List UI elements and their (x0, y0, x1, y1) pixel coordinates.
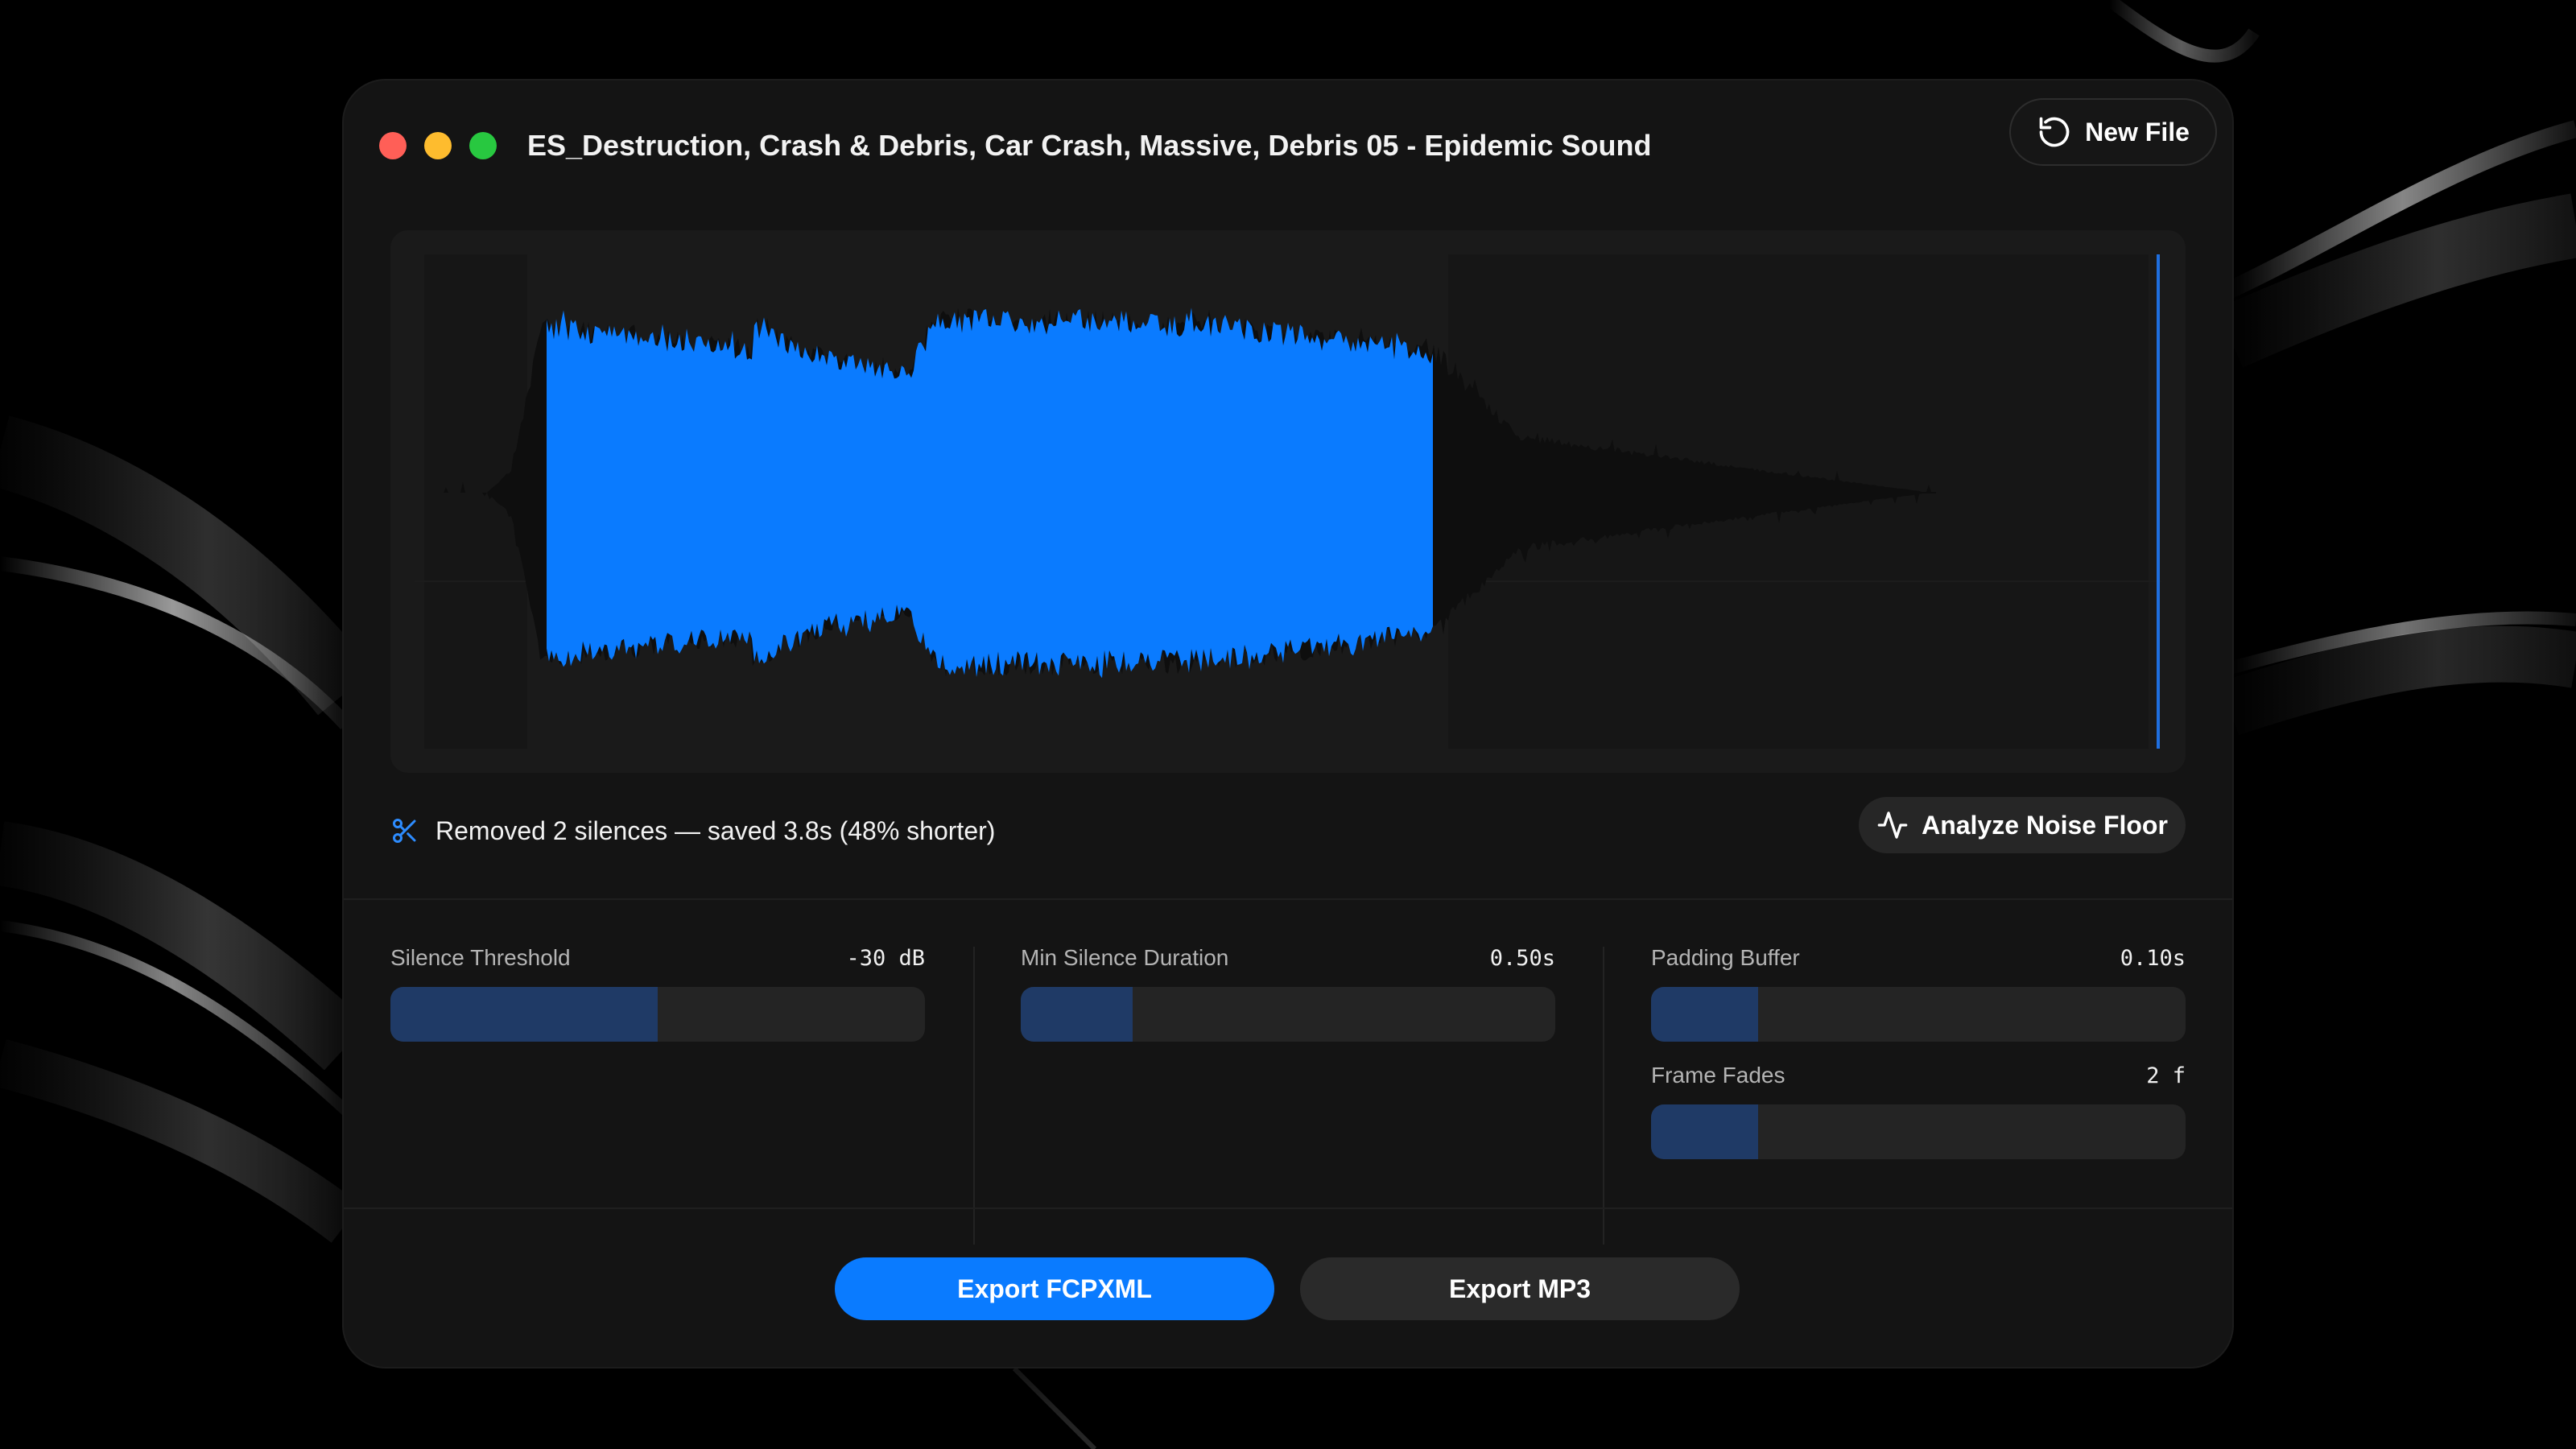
min-silence-duration-label: Min Silence Duration (1021, 945, 1229, 970)
waveform-panel[interactable] (390, 230, 2186, 773)
scissors-icon (393, 819, 416, 843)
analyze-label: Analyze Noise Floor (1922, 810, 2168, 840)
min-silence-duration-fill (1021, 987, 1133, 1042)
divider (344, 898, 2232, 900)
waveform-kept-region (547, 308, 1433, 679)
new-file-label: New File (2085, 117, 2190, 147)
frame-fades-value: 2 f (2146, 1063, 2186, 1088)
new-file-button[interactable]: New File (2009, 98, 2217, 166)
silence-threshold-control: Silence Threshold -30 dB (390, 942, 925, 1042)
silence-threshold-slider[interactable] (390, 987, 925, 1042)
activity-icon (1877, 811, 1908, 839)
padding-buffer-slider[interactable] (1651, 987, 2186, 1042)
window-title: ES_Destruction, Crash & Debris, Car Cras… (527, 129, 1652, 162)
padding-buffer-control: Padding Buffer 0.10s (1651, 942, 2186, 1042)
export-fcpxml-button[interactable]: Export FCPXML (835, 1257, 1274, 1320)
status-text: Removed 2 silences — saved 3.8s (48% sho… (436, 815, 996, 845)
silence-threshold-value: -30 dB (846, 945, 925, 971)
frame-fades-control: Frame Fades 2 f (1651, 1059, 2186, 1159)
analyze-noise-floor-button[interactable]: Analyze Noise Floor (1859, 797, 2186, 853)
silence-threshold-fill (390, 987, 658, 1042)
zoom-window-button[interactable] (469, 132, 497, 159)
min-silence-duration-control: Min Silence Duration 0.50s (1021, 942, 1555, 1042)
min-silence-duration-value: 0.50s (1489, 945, 1555, 971)
close-window-button[interactable] (379, 132, 407, 159)
padding-buffer-fill (1651, 987, 1758, 1042)
status-message: Removed 2 silences — saved 3.8s (48% sho… (390, 808, 995, 853)
min-silence-duration-slider[interactable] (1021, 987, 1555, 1042)
rotate-ccw-icon (2039, 117, 2070, 147)
divider (973, 947, 975, 1245)
frame-fades-label: Frame Fades (1651, 1063, 1785, 1088)
frame-fades-slider[interactable] (1651, 1104, 2186, 1159)
export-mp3-button[interactable]: Export MP3 (1300, 1257, 1740, 1320)
padding-buffer-value: 0.10s (2120, 945, 2186, 971)
divider (1603, 947, 1604, 1245)
app-window: ES_Destruction, Crash & Debris, Car Cras… (344, 80, 2232, 1367)
minimize-window-button[interactable] (424, 132, 452, 159)
frame-fades-fill (1651, 1104, 1758, 1159)
divider (344, 1208, 2232, 1209)
silence-threshold-label: Silence Threshold (390, 945, 571, 970)
padding-buffer-label: Padding Buffer (1651, 945, 1800, 970)
